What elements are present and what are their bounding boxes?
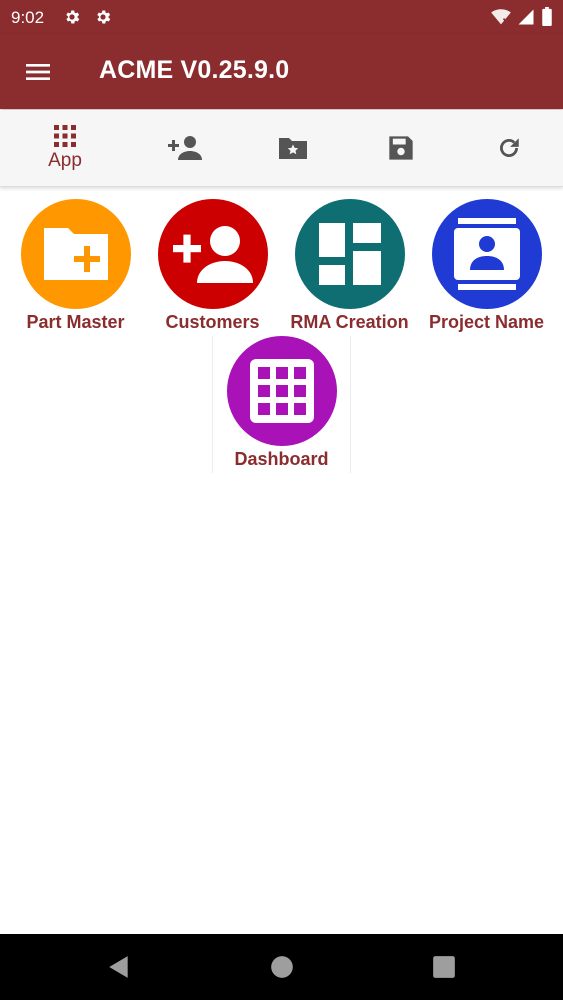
status-time: 9:02 (11, 8, 45, 27)
tile-customers[interactable]: Customers (144, 199, 281, 336)
status-bar: 9:02 (0, 0, 563, 34)
toolbar-save-button[interactable] (361, 110, 441, 186)
save-icon (389, 136, 413, 160)
back-icon[interactable] (106, 954, 132, 980)
toolbar-app-label: App (48, 150, 82, 171)
contact-card-icon (453, 218, 520, 290)
tile-circle (226, 336, 337, 446)
refresh-icon (500, 138, 519, 157)
home-icon[interactable] (269, 954, 295, 980)
tile-part-master[interactable]: Part Master (7, 199, 144, 336)
tile-project-name[interactable]: Project Name (418, 199, 555, 336)
recents-icon[interactable] (431, 954, 457, 980)
hamburger-menu-icon[interactable] (22, 56, 54, 88)
add-person-icon (172, 226, 253, 283)
tile-label: Part Master (26, 312, 125, 332)
folder-add-icon (43, 228, 108, 280)
tile-label: Dashboard (234, 449, 329, 469)
app-bar: ACME V0.25.9.0 (0, 34, 563, 109)
tile-dashboard[interactable]: Dashboard (212, 336, 351, 473)
status-icons (491, 7, 553, 26)
battery-icon (542, 7, 552, 26)
add-person-icon (168, 136, 202, 160)
tile-circle (294, 199, 405, 309)
tile-rma-creation[interactable]: RMA Creation (281, 199, 418, 336)
toolbar: App (0, 110, 563, 187)
settings-gear-icon (97, 10, 111, 24)
grid-icon (249, 359, 314, 423)
app-title: ACME V0.25.9.0 (99, 56, 290, 84)
system-nav-bar (0, 934, 563, 1000)
dashboard-layout-icon (318, 223, 381, 285)
toolbar-refresh-button[interactable] (469, 110, 549, 186)
toolbar-add-person-button[interactable] (145, 110, 225, 186)
toolbar-folder-star-button[interactable] (253, 110, 333, 186)
tile-label: Customers (165, 312, 260, 332)
toolbar-app-button[interactable]: App (25, 110, 105, 186)
tile-label: RMA Creation (290, 312, 409, 332)
tile-circle (157, 199, 268, 309)
grid-icon (54, 125, 76, 147)
cell-signal-icon (518, 9, 534, 24)
settings-gear-icon (66, 10, 80, 24)
folder-star-icon (279, 138, 307, 159)
wifi-off-icon (491, 8, 511, 24)
tile-circle (20, 199, 131, 309)
tile-circle (431, 199, 542, 309)
tile-label: Project Name (428, 312, 545, 332)
